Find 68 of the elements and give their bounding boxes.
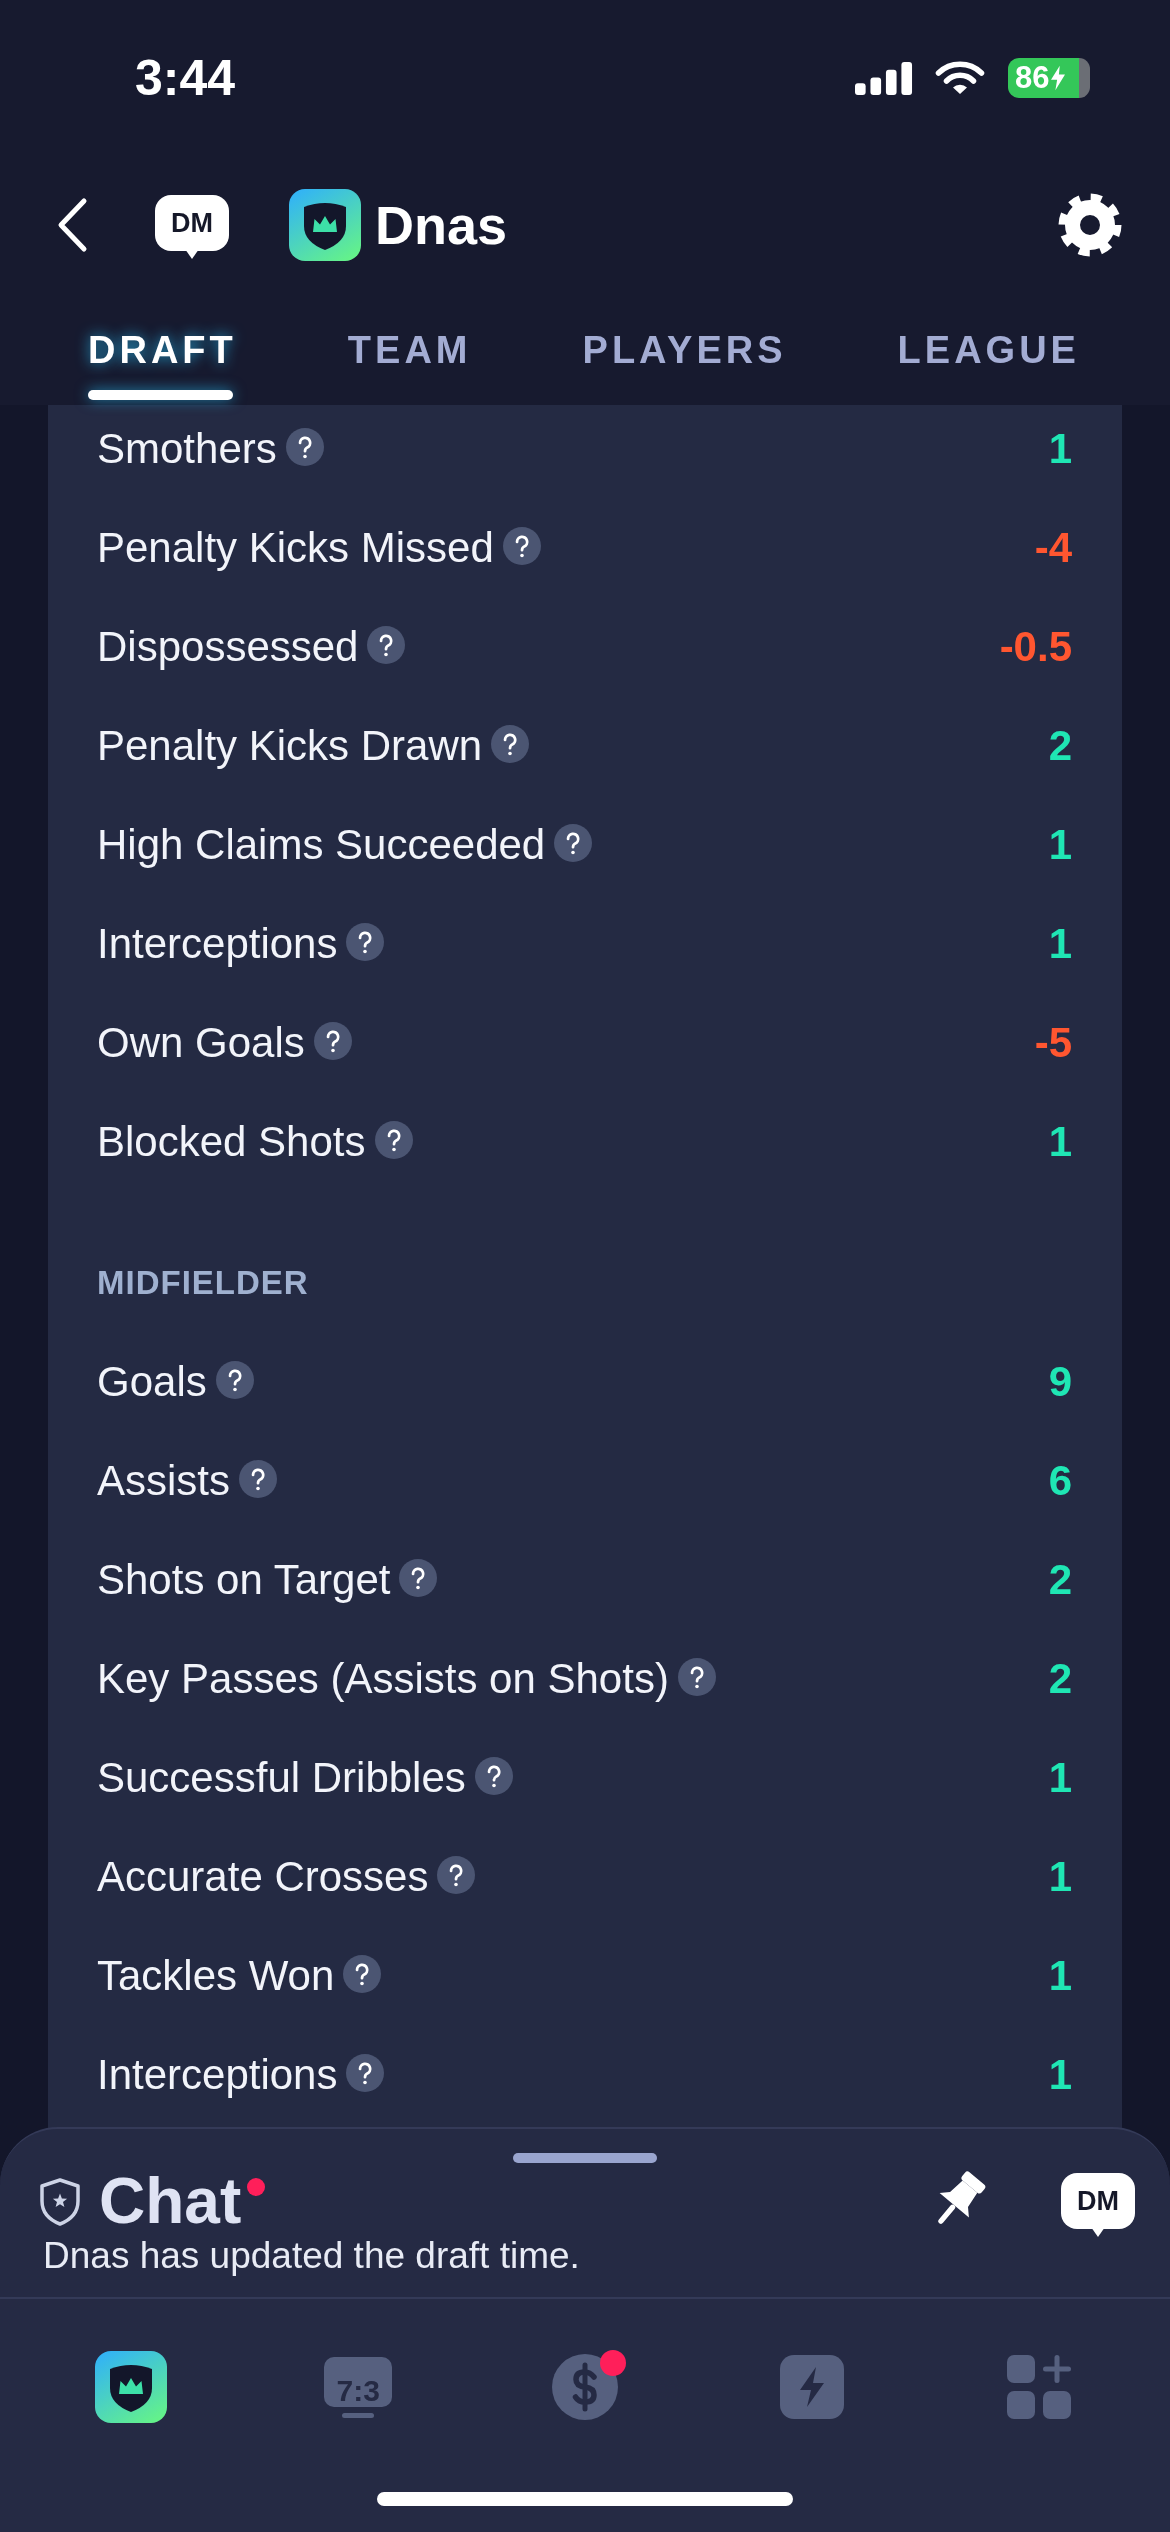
help-icon[interactable] <box>399 1558 438 1597</box>
points-value: -4 <box>1034 522 1072 573</box>
points-value: 9 <box>1048 1356 1072 1407</box>
settings-icon[interactable] <box>1058 193 1122 257</box>
stat-label: Interceptions <box>97 2049 338 2100</box>
help-icon[interactable] <box>313 1021 352 1060</box>
stat-label: Penalty Kicks Drawn <box>97 720 483 771</box>
stat-label: Key Passes (Assists on Shots) <box>97 1653 669 1704</box>
points-value: -0.5 <box>999 621 1072 672</box>
help-icon[interactable] <box>346 2053 385 2092</box>
points-value: -5 <box>1034 1017 1072 1068</box>
points-value: 6 <box>1048 1455 1072 1506</box>
battery-percent: 86 <box>1015 60 1050 96</box>
shield-crown-icon <box>289 189 361 261</box>
points-value: 2 <box>1048 1554 1072 1605</box>
points-value: 2 <box>1048 1653 1072 1704</box>
points-value: 1 <box>1048 918 1072 969</box>
chat-message: Dnas has updated the draft time. <box>42 2235 581 2277</box>
points-value: 1 <box>1048 2049 1072 2100</box>
points-value: 1 <box>1048 1950 1072 2001</box>
stat-label: Penalty Kicks Missed <box>97 522 494 573</box>
signal-icon <box>855 61 913 95</box>
help-icon[interactable] <box>343 1954 382 1993</box>
help-icon[interactable] <box>437 1855 476 1894</box>
stat-label: Shots on Target <box>97 1554 391 1605</box>
sheet-handle[interactable] <box>513 2153 657 2163</box>
help-icon[interactable] <box>215 1360 254 1399</box>
stat-label: Own Goals <box>97 1017 305 1068</box>
help-icon[interactable] <box>502 526 541 565</box>
stat-label: Dispossessed <box>97 621 359 672</box>
nav-tab[interactable]: LEAGUE <box>897 328 1080 372</box>
stat-label: Goals <box>97 1356 207 1407</box>
points-value: 1 <box>1048 1752 1072 1803</box>
nav-tab[interactable]: PLAYERS <box>582 328 787 372</box>
help-icon[interactable] <box>474 1756 513 1795</box>
nav-tab[interactable]: TEAM <box>347 328 472 372</box>
help-icon[interactable] <box>239 1459 277 1498</box>
stat-label: Successful Dribbles <box>97 1752 466 1803</box>
direct-message-button[interactable]: DM <box>1061 2172 1135 2239</box>
help-icon[interactable] <box>491 724 530 763</box>
nav-tab[interactable]: DRAFT <box>88 328 237 400</box>
points-value: 1 <box>1048 819 1072 870</box>
help-icon[interactable] <box>367 625 406 664</box>
section-heading: MIDFIELDER <box>97 1263 310 1303</box>
stat-label: High Claims Succeeded <box>97 819 546 870</box>
stat-label: Blocked Shots <box>97 1116 366 1167</box>
shield-star-icon <box>38 2176 82 2227</box>
league-title: Dnas <box>375 194 508 256</box>
stat-label: Smothers <box>97 423 277 474</box>
points-value: 2 <box>1048 720 1072 771</box>
points-value: 1 <box>1048 1851 1072 1902</box>
chat-title: Chat <box>99 2168 242 2235</box>
wifi-icon <box>935 60 985 96</box>
status-time: 3:44 <box>135 49 236 107</box>
points-value: 1 <box>1048 1116 1072 1167</box>
direct-message-button[interactable]: DM <box>155 195 229 261</box>
help-icon[interactable] <box>677 1657 716 1696</box>
stat-label: Assists <box>97 1455 230 1506</box>
help-icon[interactable] <box>346 922 385 961</box>
help-icon[interactable] <box>554 823 593 862</box>
stat-label: Interceptions <box>97 918 338 969</box>
dollar-coin-icon[interactable] <box>549 2351 621 2423</box>
stat-label: Tackles Won <box>97 1950 335 2001</box>
points-value: 1 <box>1048 423 1072 474</box>
shield-crown-icon[interactable] <box>95 2351 168 2423</box>
stat-label: Accurate Crosses <box>97 1851 429 1902</box>
help-icon[interactable] <box>374 1120 413 1159</box>
help-icon[interactable] <box>285 427 324 466</box>
